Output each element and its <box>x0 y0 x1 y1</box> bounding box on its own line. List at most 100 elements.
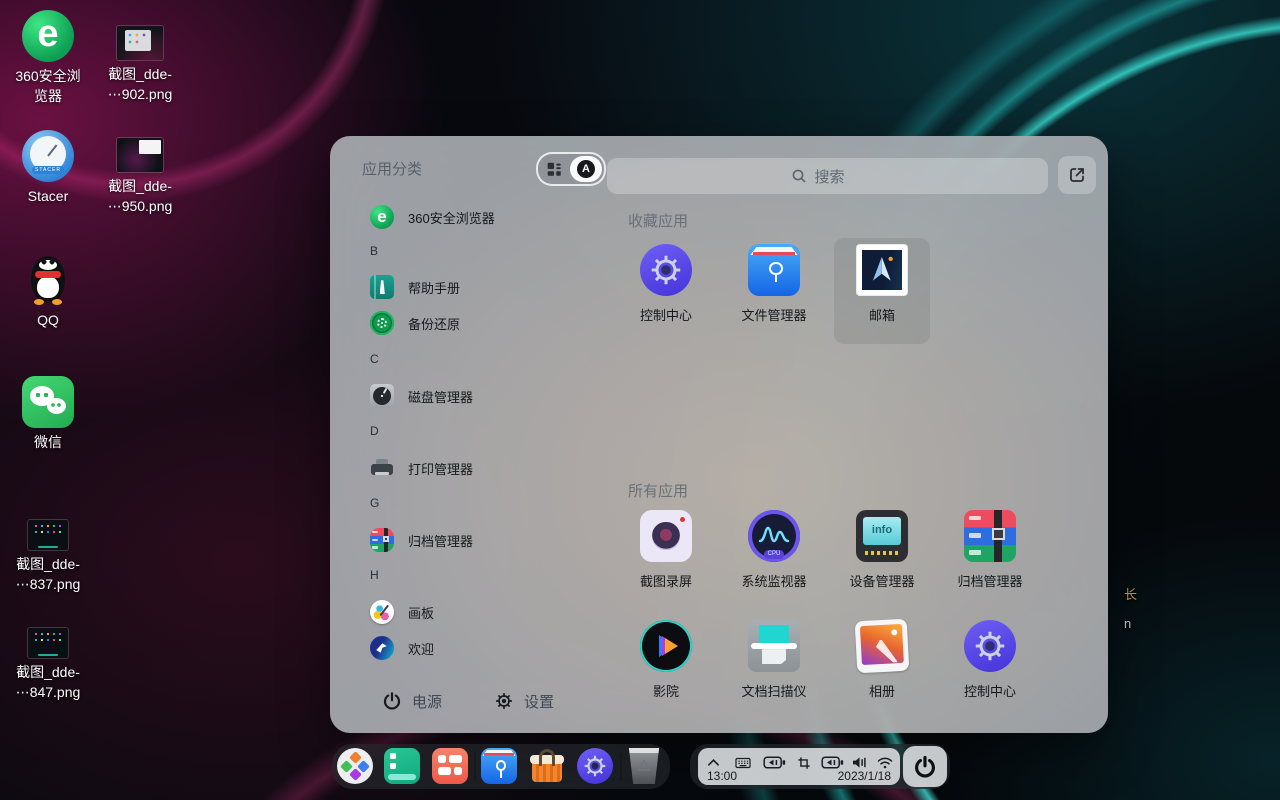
power-label: 电源 <box>412 691 442 712</box>
desktop-icon-wechat[interactable]: 微信 <box>0 376 96 452</box>
search-input[interactable] <box>607 158 1052 196</box>
dock-app-store-icon[interactable] <box>529 748 565 784</box>
battery-icon[interactable] <box>762 755 788 770</box>
draw-board-icon <box>370 600 394 624</box>
occluded-desktop-label-fragment: n <box>1124 616 1131 631</box>
document-scanner-icon <box>748 620 800 672</box>
app-screen-capture[interactable]: 截图录屏 <box>618 504 714 610</box>
desktop-icon-screenshot-847[interactable]: 截图_dde- ⋯847.png <box>0 628 96 702</box>
help-manual-icon <box>370 275 394 299</box>
app-control-center[interactable]: 控制中心 <box>942 614 1038 720</box>
search-box[interactable] <box>607 158 1048 194</box>
disk-manager-icon <box>370 384 394 408</box>
tray-power-button[interactable] <box>903 746 947 787</box>
dock-trash-icon[interactable] <box>626 748 662 784</box>
dock-launcher-icon[interactable] <box>337 748 373 784</box>
settings-label: 设置 <box>524 691 554 712</box>
favorite-app-control-center[interactable]: 控制中心 <box>618 238 714 344</box>
alphabet-view-button[interactable] <box>570 156 602 182</box>
screen-capture-icon <box>640 510 692 562</box>
desktop-icon-360-browser[interactable]: 360安全浏 览器 <box>0 10 96 106</box>
mail-stamp-icon <box>856 244 908 296</box>
app-list-item-360-browser[interactable]: 360安全浏览器 <box>370 205 495 229</box>
app-movie[interactable]: 影院 <box>618 614 714 720</box>
app-list-item-backup-restore[interactable]: 备份还原 <box>370 311 460 335</box>
tray-date[interactable]: 2023/1/18 <box>838 769 891 783</box>
section-letter: B <box>370 244 378 260</box>
movie-icon <box>640 620 692 672</box>
desktop-icon-stacer[interactable]: Stacer <box>0 130 96 206</box>
desktop-icon-label: 微信 <box>0 432 96 452</box>
desktop-icon-screenshot-837[interactable]: 截图_dde- ⋯837.png <box>0 520 96 594</box>
expand-fullscreen-button[interactable] <box>1058 156 1096 194</box>
screenshot-thumbnail <box>117 138 163 172</box>
section-letter: D <box>370 424 379 440</box>
app-list-item-disk-manager[interactable]: 磁盘管理器 <box>370 384 473 408</box>
desktop-icon-label: 截图_dde- ⋯902.png <box>92 64 188 104</box>
desktop-icon-screenshot-902[interactable]: 截图_dde- ⋯902.png <box>92 26 188 104</box>
category-grid-icon[interactable] <box>538 156 570 182</box>
tray-time[interactable]: 13:00 <box>707 769 737 783</box>
view-mode-toggle[interactable] <box>536 152 606 186</box>
app-device-manager[interactable]: 设备管理器 <box>834 504 930 610</box>
section-letter: C <box>370 352 379 368</box>
volume-icon[interactable] <box>850 755 868 770</box>
desktop-icon-screenshot-950[interactable]: 截图_dde- ⋯950.png <box>92 138 188 216</box>
collapse-chevron-icon[interactable] <box>704 755 722 770</box>
power-button[interactable]: 电源 <box>382 688 442 714</box>
dock-separator <box>620 752 622 781</box>
gear-icon <box>494 691 514 711</box>
launcher-title: 应用分类 <box>362 158 422 179</box>
dock-multitasking-icon[interactable] <box>432 748 468 784</box>
screenshot-crop-icon[interactable] <box>795 755 813 770</box>
app-archive-manager[interactable]: 归档管理器 <box>942 504 1038 610</box>
screenshot-thumbnail <box>28 628 68 658</box>
desktop-icon-label: 截图_dde- ⋯837.png <box>0 554 96 594</box>
album-icon <box>855 619 910 674</box>
archive-manager-icon <box>370 528 394 552</box>
welcome-icon <box>370 636 394 660</box>
tray-core: 13:00 2023/1/18 <box>698 748 900 785</box>
occluded-desktop-label-fragment: 长 <box>1124 584 1137 603</box>
power-icon <box>382 691 402 711</box>
app-list-item-archive-manager[interactable]: 归档管理器 <box>370 528 473 552</box>
expand-fullscreen-icon <box>1067 165 1087 185</box>
control-center-icon <box>964 620 1016 672</box>
section-letter: G <box>370 496 379 512</box>
desktop-icon-label: 截图_dde- ⋯847.png <box>0 662 96 702</box>
app-list-item-help-manual[interactable]: 帮助手册 <box>370 275 460 299</box>
launcher-panel: 应用分类 360安全浏览器 B 帮助手册 备份还原 C 磁盘管理器 D <box>330 136 1108 733</box>
all-apps-title: 所有应用 <box>628 480 688 501</box>
favorite-app-mail[interactable]: 邮箱 <box>834 238 930 344</box>
app-list-item-welcome[interactable]: 欢迎 <box>370 636 434 660</box>
settings-button[interactable]: 设置 <box>494 688 554 714</box>
dock-file-manager-icon[interactable] <box>481 748 517 784</box>
360-browser-icon <box>22 10 74 62</box>
archive-manager-icon <box>964 510 1016 562</box>
section-letter: H <box>370 568 379 584</box>
onboard-keyboard-icon[interactable] <box>734 755 752 770</box>
app-list-item-print-manager[interactable]: 打印管理器 <box>370 456 473 480</box>
app-system-monitor[interactable]: 系统监视器 <box>726 504 822 610</box>
app-list-item-draw-board[interactable]: 画板 <box>370 600 434 624</box>
dock-control-center-icon[interactable] <box>577 748 613 784</box>
desktop-icon-qq[interactable]: QQ <box>0 254 96 330</box>
favorite-app-file-manager[interactable]: 文件管理器 <box>726 238 822 344</box>
desktop-icon-label: QQ <box>0 310 96 330</box>
desktop-icon-label: Stacer <box>0 186 96 206</box>
alphabet-a-icon <box>577 160 595 178</box>
360-browser-icon <box>370 205 394 229</box>
desktop-icon-label: 360安全浏 览器 <box>0 66 96 106</box>
dock <box>332 744 670 789</box>
dock-show-desktop-icon[interactable] <box>384 748 420 784</box>
app-album[interactable]: 相册 <box>834 614 930 720</box>
app-document-scanner[interactable]: 文档扫描仪 <box>726 614 822 720</box>
screenshot-thumbnail <box>28 520 68 550</box>
power-icon <box>913 755 937 779</box>
file-manager-icon <box>748 244 800 296</box>
wifi-icon[interactable] <box>876 755 894 770</box>
wechat-icon <box>22 376 74 428</box>
system-tray: 13:00 2023/1/18 <box>690 744 950 789</box>
print-manager-icon <box>370 456 394 480</box>
battery-icon[interactable] <box>820 755 846 770</box>
